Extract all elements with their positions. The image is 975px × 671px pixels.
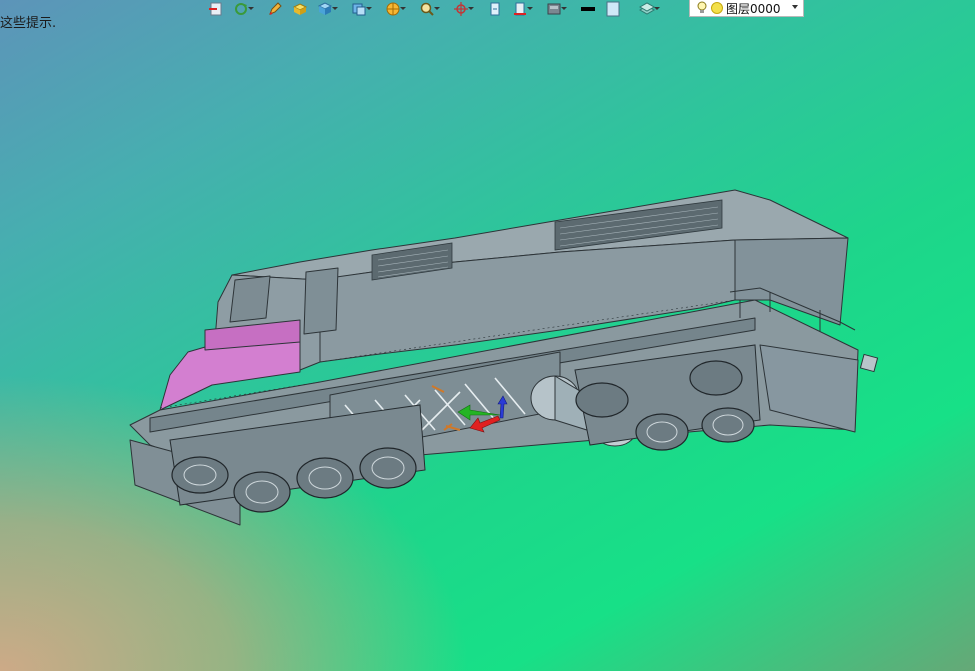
wheel [171,456,229,494]
wheel [689,360,743,396]
wheel [635,413,689,451]
cab-window [229,275,271,323]
wheel [359,447,417,489]
rear-light [859,353,879,373]
3d-viewport[interactable]: 这些提示. 图层0000 [0,0,975,671]
cab-door [303,267,339,335]
locomotive-model[interactable] [0,0,975,671]
wheel [701,407,755,443]
wheel [296,457,354,499]
wheel [233,471,291,513]
wheel [575,382,629,418]
